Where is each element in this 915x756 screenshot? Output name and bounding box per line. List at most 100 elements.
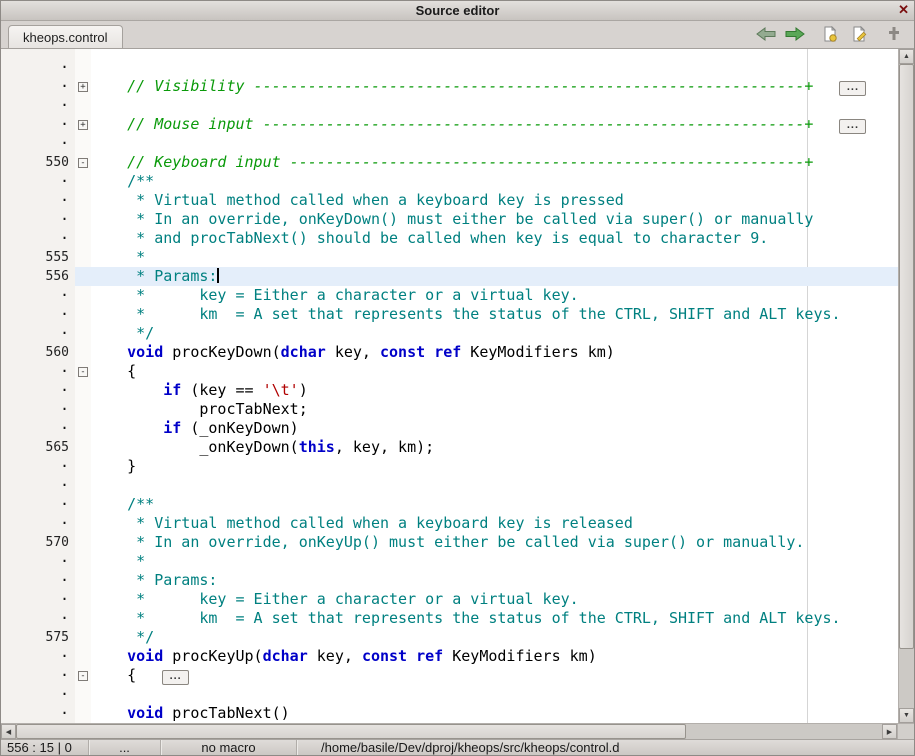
- horizontal-scrollbar[interactable]: ◀ ▶: [1, 723, 914, 739]
- line-number: 556: [1, 267, 75, 286]
- code-text: *: [91, 248, 898, 267]
- code-editor[interactable]: ··+ // Visibility ----------------------…: [1, 49, 898, 723]
- editor-line[interactable]: · * km = A set that represents the statu…: [1, 609, 898, 628]
- fold-column: [75, 381, 91, 400]
- line-number: ·: [1, 647, 75, 666]
- scroll-up-icon[interactable]: ▲: [899, 49, 914, 64]
- fold-column[interactable]: -: [75, 153, 91, 172]
- code-text: * Virtual method called when a keyboard …: [91, 514, 898, 533]
- editor-line[interactable]: ·: [1, 96, 898, 115]
- vertical-scrollbar[interactable]: ▲ ▼: [898, 49, 914, 723]
- editor-line[interactable]: 555 *: [1, 248, 898, 267]
- fold-column[interactable]: +: [75, 115, 91, 134]
- editor-line[interactable]: · * km = A set that represents the statu…: [1, 305, 898, 324]
- editor-line[interactable]: · * and procTabNext() should be called w…: [1, 229, 898, 248]
- fold-column[interactable]: +: [75, 77, 91, 96]
- code-text: }: [91, 457, 898, 476]
- go-forward-button[interactable]: [785, 25, 805, 43]
- fold-column: [75, 324, 91, 343]
- line-number: ·: [1, 96, 75, 115]
- editor-line[interactable]: 565 _onKeyDown(this, key, km);: [1, 438, 898, 457]
- editor-line[interactable]: ·- {...: [1, 666, 898, 685]
- editor-line[interactable]: ·: [1, 476, 898, 495]
- horizontal-scroll-trough[interactable]: [686, 724, 882, 739]
- editor-line[interactable]: 560 void procKeyDown(dchar key, const re…: [1, 343, 898, 362]
- fold-collapse-icon[interactable]: -: [78, 158, 88, 168]
- fold-column[interactable]: -: [75, 362, 91, 381]
- vertical-scroll-thumb[interactable]: [899, 64, 914, 649]
- editor-line[interactable]: ·: [1, 134, 898, 153]
- line-number: ·: [1, 191, 75, 210]
- editor-line[interactable]: 570 * In an override, onKeyUp() must eit…: [1, 533, 898, 552]
- editor-line[interactable]: · /**: [1, 495, 898, 514]
- editor-line[interactable]: · * In an override, onKeyDown() must eit…: [1, 210, 898, 229]
- code-text: * key = Either a character or a virtual …: [91, 590, 898, 609]
- code-text: * key = Either a character or a virtual …: [91, 286, 898, 305]
- editor-line[interactable]: · procTabNext;: [1, 400, 898, 419]
- editor-line[interactable]: · *: [1, 552, 898, 571]
- line-number: 555: [1, 248, 75, 267]
- editor-line[interactable]: · /**: [1, 172, 898, 191]
- editor-line[interactable]: · * key = Either a character or a virtua…: [1, 286, 898, 305]
- vertical-scroll-trough[interactable]: [899, 649, 914, 708]
- code-text: // Keyboard input ----------------------…: [91, 153, 898, 172]
- editor-line[interactable]: · * Virtual method called when a keyboar…: [1, 514, 898, 533]
- folded-ellipsis-box[interactable]: ...: [839, 119, 866, 134]
- editor-line[interactable]: ·: [1, 685, 898, 704]
- new-document-button[interactable]: [820, 25, 840, 43]
- fold-collapse-icon[interactable]: -: [78, 367, 88, 377]
- code-text: * Virtual method called when a keyboard …: [91, 191, 898, 210]
- editor-line[interactable]: · void procKeyUp(dchar key, const ref Ke…: [1, 647, 898, 666]
- editor-line[interactable]: · * key = Either a character or a virtua…: [1, 590, 898, 609]
- save-document-button[interactable]: [849, 25, 869, 43]
- window-title: Source editor: [1, 3, 914, 18]
- editor-line[interactable]: ·: [1, 58, 898, 77]
- editor-line[interactable]: · void procTabNext(): [1, 704, 898, 723]
- editor-line[interactable]: ·+ // Visibility -----------------------…: [1, 77, 898, 96]
- text-cursor: [217, 268, 219, 283]
- fold-collapse-icon[interactable]: -: [78, 671, 88, 681]
- close-icon[interactable]: ✕: [898, 2, 909, 18]
- line-number: ·: [1, 305, 75, 324]
- line-number: ·: [1, 514, 75, 533]
- line-number: ·: [1, 571, 75, 590]
- editor-line[interactable]: · * Params:: [1, 571, 898, 590]
- line-number: ·: [1, 172, 75, 191]
- editor-line[interactable]: · * Virtual method called when a keyboar…: [1, 191, 898, 210]
- folded-ellipsis-box[interactable]: ...: [162, 670, 189, 685]
- code-text: * Params:: [91, 267, 898, 286]
- horizontal-scroll-thumb[interactable]: [16, 724, 686, 739]
- code-text: */: [91, 324, 898, 343]
- code-text: [91, 58, 898, 77]
- folded-ellipsis-box[interactable]: ...: [839, 81, 866, 96]
- editor-line[interactable]: 550- // Keyboard input -----------------…: [1, 153, 898, 172]
- tab-kheops-control[interactable]: kheops.control: [8, 25, 123, 48]
- editor-line[interactable]: · */: [1, 324, 898, 343]
- fold-column: [75, 685, 91, 704]
- fold-column[interactable]: -: [75, 666, 91, 685]
- fold-expand-icon[interactable]: +: [78, 120, 88, 130]
- detach-window-button[interactable]: [884, 25, 904, 43]
- scroll-right-icon[interactable]: ▶: [882, 724, 897, 739]
- line-number: ·: [1, 609, 75, 628]
- editor-line[interactable]: ·- {: [1, 362, 898, 381]
- editor-line[interactable]: · }: [1, 457, 898, 476]
- scroll-left-icon[interactable]: ◀: [1, 724, 16, 739]
- editor-line[interactable]: · if (_onKeyDown): [1, 419, 898, 438]
- code-text: if (key == '\t'): [91, 381, 898, 400]
- go-back-button[interactable]: [756, 25, 776, 43]
- line-number: ·: [1, 495, 75, 514]
- titlebar[interactable]: Source editor ✕: [1, 1, 914, 21]
- editor-line-current[interactable]: 556 * Params:: [1, 267, 898, 286]
- code-text: {...: [91, 666, 898, 685]
- code-text: if (_onKeyDown): [91, 419, 898, 438]
- editor-lines: ··+ // Visibility ----------------------…: [1, 58, 898, 723]
- editor-line[interactable]: ·+ // Mouse input ----------------------…: [1, 115, 898, 134]
- fold-column: [75, 210, 91, 229]
- arrow-left-icon: [756, 27, 776, 41]
- code-text: */: [91, 628, 898, 647]
- scroll-down-icon[interactable]: ▼: [899, 708, 914, 723]
- editor-line[interactable]: · if (key == '\t'): [1, 381, 898, 400]
- editor-line[interactable]: 575 */: [1, 628, 898, 647]
- fold-expand-icon[interactable]: +: [78, 82, 88, 92]
